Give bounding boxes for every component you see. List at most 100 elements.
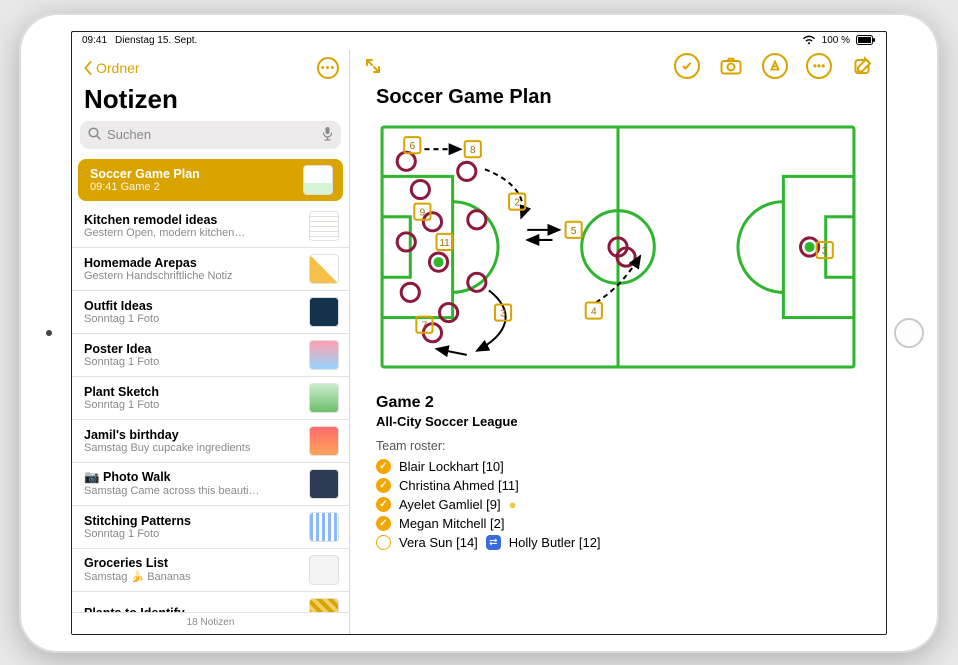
note-row-subtitle: 09:41 Game 2 xyxy=(90,181,295,193)
roster-checkbox[interactable] xyxy=(376,478,391,493)
svg-text:3: 3 xyxy=(500,308,506,319)
wifi-icon xyxy=(802,35,816,46)
back-label: Ordner xyxy=(96,60,140,76)
note-row-subtitle: Sonntag 1 Foto xyxy=(84,313,301,325)
ipad-frame: 09:41 Dienstag 15. Sept. 100 % xyxy=(19,13,939,653)
dictation-icon[interactable] xyxy=(322,126,333,144)
note-thumbnail xyxy=(309,512,339,542)
note-row-title: Jamil's birthday xyxy=(84,428,301,442)
roster-checkbox[interactable] xyxy=(376,535,391,550)
markup-button[interactable] xyxy=(762,53,788,79)
note-row[interactable]: Poster IdeaSonntag 1 Foto xyxy=(72,334,349,377)
roster-name: Ayelet Gamliel [9] xyxy=(399,497,501,512)
note-row[interactable]: Kitchen remodel ideasGestern Open, moder… xyxy=(72,205,349,248)
search-icon xyxy=(88,127,101,143)
note-row-subtitle: Samstag Buy cupcake ingredients xyxy=(84,442,301,454)
note-toolbar: ••• xyxy=(350,50,886,82)
note-thumbnail xyxy=(303,165,333,195)
roster-name: Christina Ahmed [11] xyxy=(399,478,519,493)
status-bar: 09:41 Dienstag 15. Sept. 100 % xyxy=(72,32,886,50)
swap-icon: ⇄ xyxy=(486,535,501,550)
back-button[interactable]: Ordner xyxy=(82,60,140,76)
roster-item[interactable]: Vera Sun [14] ⇄ Holly Butler [12] xyxy=(376,533,860,552)
note-row-subtitle: Sonntag 1 Foto xyxy=(84,399,301,411)
note-row-title: Outfit Ideas xyxy=(84,299,301,313)
sidebar-header: Ordner ••• xyxy=(72,50,349,82)
note-row[interactable]: Plant SketchSonntag 1 Foto xyxy=(72,377,349,420)
note-row[interactable]: Groceries ListSamstag 🍌 Bananas xyxy=(72,549,349,592)
note-row-title: Groceries List xyxy=(84,556,301,570)
note-row[interactable]: 📷 Photo WalkSamstag Came across this bea… xyxy=(72,463,349,506)
roster-checkbox[interactable] xyxy=(376,459,391,474)
note-row-subtitle: Gestern Handschriftliche Notiz xyxy=(84,270,301,282)
captain-dot-icon: ● xyxy=(509,497,517,512)
note-thumbnail xyxy=(309,383,339,413)
home-button[interactable] xyxy=(894,318,924,348)
roster-label: Team roster: xyxy=(376,439,860,453)
screen: 09:41 Dienstag 15. Sept. 100 % xyxy=(71,31,887,635)
note-thumbnail xyxy=(309,426,339,456)
svg-text:11: 11 xyxy=(439,237,450,248)
svg-text:6: 6 xyxy=(409,141,415,152)
roster-checkbox[interactable] xyxy=(376,497,391,512)
app: Ordner ••• Notizen Suchen xyxy=(72,50,886,634)
camera-button[interactable] xyxy=(718,53,744,79)
roster-name: Blair Lockhart [10] xyxy=(399,459,504,474)
note-thumbnail xyxy=(309,211,339,241)
note-row-subtitle: Sonntag 1 Foto xyxy=(84,356,301,368)
note-thumbnail xyxy=(309,469,339,499)
sidebar: Ordner ••• Notizen Suchen xyxy=(72,50,350,634)
note-row[interactable]: Jamil's birthdaySamstag Buy cupcake ingr… xyxy=(72,420,349,463)
note-row-title: Homemade Arepas xyxy=(84,256,301,270)
more-button[interactable]: ••• xyxy=(806,53,832,79)
note-row-title: Soccer Game Plan xyxy=(90,167,295,181)
statusbar-battery-text: 100 % xyxy=(822,35,850,46)
svg-text:5: 5 xyxy=(571,225,577,236)
note-row[interactable]: Outfit IdeasSonntag 1 Foto xyxy=(72,291,349,334)
note-thumbnail xyxy=(309,555,339,585)
note-subtitle: Game 2 xyxy=(376,394,860,412)
note-row-subtitle: Gestern Open, modern kitchen… xyxy=(84,227,301,239)
statusbar-time: 09:41 xyxy=(82,35,107,46)
note-row-title: Stitching Patterns xyxy=(84,514,301,528)
note-row-subtitle: Samstag 🍌 Bananas xyxy=(84,570,301,583)
note-league: All-City Soccer League xyxy=(376,414,860,429)
battery-icon xyxy=(856,35,876,46)
sidebar-footer: 18 Notizen xyxy=(72,612,349,634)
note-row[interactable]: Soccer Game Plan09:41 Game 2 xyxy=(78,159,343,201)
roster-item[interactable]: Christina Ahmed [11] xyxy=(376,476,860,495)
note-thumbnail xyxy=(309,254,339,284)
note-row[interactable]: Plants to Identify xyxy=(72,592,349,612)
note-row[interactable]: Homemade ArepasGestern Handschriftliche … xyxy=(72,248,349,291)
note-thumbnail xyxy=(309,340,339,370)
svg-text:9: 9 xyxy=(420,207,426,218)
statusbar-date: Dienstag 15. Sept. xyxy=(115,35,197,46)
sidebar-title: Notizen xyxy=(72,82,349,121)
note-row-subtitle: Sonntag 1 Foto xyxy=(84,528,301,540)
checklist-button[interactable] xyxy=(674,53,700,79)
note-row-title: Plant Sketch xyxy=(84,385,301,399)
svg-text:3: 3 xyxy=(822,246,828,257)
notes-list[interactable]: Soccer Game Plan09:41 Game 2Kitchen remo… xyxy=(72,155,349,612)
search-input[interactable]: Suchen xyxy=(80,121,341,149)
roster-item[interactable]: Ayelet Gamliel [9] ● xyxy=(376,495,860,514)
note-body[interactable]: Soccer Game Plan xyxy=(350,82,886,634)
note-row-title: Kitchen remodel ideas xyxy=(84,213,301,227)
roster-checkbox[interactable] xyxy=(376,516,391,531)
svg-text:2: 2 xyxy=(514,197,520,208)
svg-text:4: 4 xyxy=(591,306,597,317)
soccer-field-sketch: 68291153743 xyxy=(376,117,860,377)
expand-button[interactable] xyxy=(360,53,386,79)
note-row[interactable]: Stitching PatternsSonntag 1 Foto xyxy=(72,506,349,549)
roster-item[interactable]: Megan Mitchell [2] xyxy=(376,514,860,533)
front-camera xyxy=(46,330,52,336)
roster-name: Vera Sun [14] xyxy=(399,535,478,550)
roster-item[interactable]: Blair Lockhart [10] xyxy=(376,457,860,476)
note-row-title: 📷 Photo Walk xyxy=(84,470,301,485)
compose-button[interactable] xyxy=(850,53,876,79)
roster-swap-name: Holly Butler [12] xyxy=(509,535,601,550)
note-thumbnail xyxy=(309,297,339,327)
note-title: Soccer Game Plan xyxy=(376,86,860,109)
sidebar-more-button[interactable]: ••• xyxy=(317,57,339,79)
svg-text:7: 7 xyxy=(422,320,428,331)
